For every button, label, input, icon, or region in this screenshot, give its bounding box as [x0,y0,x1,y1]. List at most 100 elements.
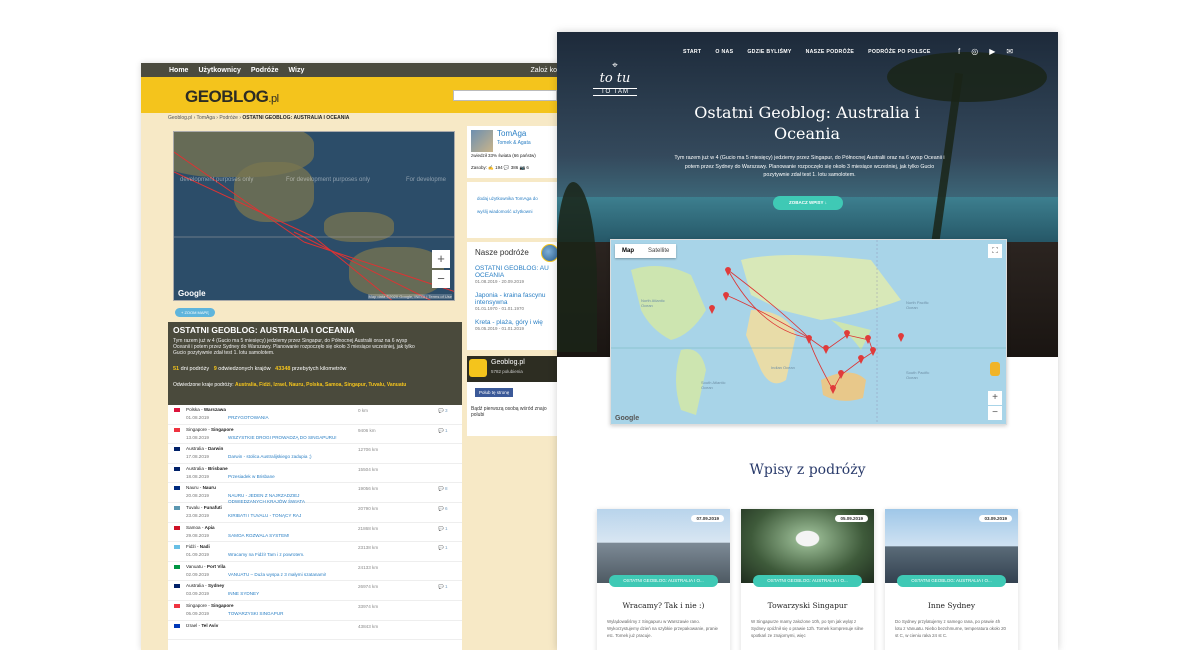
entry-title[interactable]: Towarzyski Singapur [741,601,874,610]
zoom-out-button[interactable]: − [988,406,1002,420]
zoom-in-button[interactable]: + [432,250,450,268]
entries-section-title: Wpisy z podróży [749,462,866,478]
our-trip-link[interactable]: Kreta - plaża, góry i wię [475,319,553,326]
login-link[interactable]: Zaloż ko [531,67,557,74]
row-entry-link[interactable]: Przesiadek w Brisbane [228,474,338,480]
row-distance: 15504 km [358,466,379,472]
row-entry-link[interactable]: PRZYGOTOWANIA [228,415,338,421]
nav-start[interactable]: START [683,49,701,55]
entries-cards: 07.09.2019 OSTATNI GEOBLOG: AUSTRALIA I O… [597,509,1018,650]
crumb-home[interactable]: Geoblog.pl [168,115,192,121]
comments-icon[interactable]: 💬 1 [438,428,448,434]
geoblog-logo[interactable]: GEOBLOG.pl [185,87,279,107]
nav-visas[interactable]: Wizy [288,67,304,74]
comments-icon[interactable]: 💬 3 [438,408,448,414]
satellite-tab[interactable]: Satellite [641,244,676,258]
table-row[interactable]: Australia - Darwin 17.08.2019 Darwin - sto… [168,444,462,464]
route-lines [174,151,454,300]
zoom-map-button[interactable]: + ZOOM MAPĘ [175,308,215,317]
zoom-out-button[interactable]: − [432,270,450,288]
row-entry-link[interactable]: Wracamy na Fidżi! Tam i z powrotem. [228,552,338,558]
nav-where[interactable]: GDZIE BYLIŚMY [747,49,791,55]
table-row[interactable]: Fidżi - Nadi 01.09.2019 Wracamy na Fidżi! … [168,542,462,562]
ocean-label: Indian Ocean [771,365,795,370]
our-trips-box: Nasze podróże OSTATNI GEOBLOG: AU OCEANI… [467,242,561,350]
row-place: Australia - Brisbane [186,465,228,471]
entry-card[interactable]: 07.09.2019 OSTATNI GEOBLOG: AUSTRALIA I O… [597,509,730,650]
table-row[interactable]: Polska - Warszawa 01.08.2019 PRZYGOTOWANIA… [168,405,462,425]
entry-title[interactable]: Inne Sydney [885,601,1018,610]
map-attribution[interactable]: Map data ©2020 Google, INEGI | Terms of … [368,294,452,299]
entry-image[interactable]: 07.09.2019 [597,509,730,583]
table-row[interactable]: Nauru - Nauru 20.08.2019 NAURU - JEDEN Z N… [168,483,462,504]
facebook-icon[interactable]: f [958,47,960,56]
entry-title[interactable]: Wracamy? Tak i nie :) [597,601,730,610]
our-trip-link[interactable]: Japonia - kraina fascynu intensywna [475,292,553,306]
comments-icon[interactable]: 💬 1 [438,584,448,590]
entry-image[interactable]: 03.09.2019 [885,509,1018,583]
instagram-icon[interactable]: ◎ [971,47,978,56]
row-entry-link[interactable]: VANUATU – Duża wyspa z 3 małymi szatanam… [228,572,338,578]
map-tab[interactable]: Map [615,244,641,258]
table-row[interactable]: Singapore - Singapore 13.08.2019 WSZYSTKIE… [168,425,462,445]
entry-card[interactable]: 03.09.2019 OSTATNI GEOBLOG: AUSTRALIA I O… [885,509,1018,650]
row-entry-link[interactable]: WSZYSTKIE DROGI PROWADZĄ DO SINGAPURU! [228,435,338,441]
crumb-user[interactable]: TomAga [197,115,215,121]
nav-poland[interactable]: PODRÓŻE PO POLSCE [868,49,930,55]
row-entry-link[interactable]: INNE SYDNEY [228,591,338,597]
world-map[interactable]: Map Satellite ⛶ + − Google North Atlanti… [610,239,1007,425]
row-place: Australia - Sydney [186,583,225,589]
entry-card[interactable]: 05.09.2019 OSTATNI GEOBLOG: AUSTRALIA I O… [741,509,874,650]
nav-trips[interactable]: Podróże [251,67,279,74]
geoblog-top-nav: Home Użytkownicy Podróże Wizy Zaloż ko [141,63,561,77]
comments-icon[interactable]: 💬 6 [438,506,448,512]
flag-icon [174,623,180,628]
pegman-icon[interactable] [990,362,1000,376]
send-message-link[interactable]: wyślij wiadomość użytkowni [477,205,551,218]
table-row[interactable]: Izrael - Tel Aviv 43843 km [168,621,462,641]
entry-excerpt: Wylądowaliśmy z Singapuru w Warszawie ra… [607,619,718,638]
entry-category[interactable]: OSTATNI GEOBLOG: AUSTRALIA I O... [897,575,1006,587]
nav-users[interactable]: Użytkownicy [198,67,240,74]
our-trip-link[interactable]: OSTATNI GEOBLOG: AU OCEANIA [475,265,553,279]
fb-like-button[interactable]: Polub tę stronę [475,388,514,397]
entry-category[interactable]: OSTATNI GEOBLOG: AUSTRALIA I O... [609,575,718,587]
entry-image[interactable]: 05.09.2019 [741,509,874,583]
add-friend-link[interactable]: dodaj użytkownika TomAga do [477,192,551,205]
see-entries-button[interactable]: ZOBACZ WPISY ↓ [773,196,843,210]
row-entry-link[interactable]: Darwin - stolica Australijskiego zadupia… [228,454,338,460]
social-links: f ◎ ▶ ✉ [958,47,1013,56]
table-row[interactable]: Vanuatu - Port Vila 02.09.2019 VANUATU – D… [168,562,462,582]
trip-map[interactable]: development purposes only For developmen… [173,131,455,301]
avatar[interactable] [471,130,493,152]
table-row[interactable]: Australia - Sydney 03.09.2019 INNE SYDNEY 2… [168,581,462,601]
nav-home[interactable]: Home [169,67,188,74]
nav-about[interactable]: O NAS [715,49,733,55]
row-distance: 12706 km [358,447,379,453]
row-entry-link[interactable]: SAMOA ROZWALA SYSTEM! [228,533,338,539]
profile-name[interactable]: TomAga [497,129,526,138]
fullscreen-icon[interactable]: ⛶ [988,244,1002,258]
row-entry-link[interactable]: KIRIBATI I TUVALU - TONĄCY RAJ [228,513,338,519]
table-row[interactable]: Singapore - Singapore 05.09.2019 TOWARZYSK… [168,601,462,621]
site-logo[interactable]: ⌖ to tu TO TAM [593,60,637,96]
table-row[interactable]: Samoa - Apia 29.08.2019 SAMOA ROZWALA SYST… [168,523,462,543]
table-row[interactable]: Australia - Brisbane 18.08.2019 Przesiadek… [168,464,462,484]
row-entry-link[interactable]: TOWARZYSKI SINGAPUR [228,611,338,617]
search-input[interactable] [453,90,557,101]
entry-category[interactable]: OSTATNI GEOBLOG: AUSTRALIA I O... [753,575,862,587]
table-row[interactable]: Tuvalu - Funafuti 23.08.2019 KIRIBATI I TU… [168,503,462,523]
row-place: Singapore - Singapore [186,602,234,608]
crumb-trips[interactable]: Podróże [219,115,238,121]
comments-icon[interactable]: 💬 1 [438,526,448,532]
comments-icon[interactable]: 💬 1 [438,545,448,551]
trip-entries-list: Polska - Warszawa 01.08.2019 PRZYGOTOWANIA… [168,405,462,650]
comments-icon[interactable]: 💬 8 [438,486,448,492]
profile-sub[interactable]: Tomek & Agata [497,140,531,146]
flag-icon [174,486,180,491]
zoom-in-button[interactable]: + [988,391,1002,405]
mail-icon[interactable]: ✉ [1006,47,1013,56]
nav-our-trips[interactable]: NASZE PODRÓŻE [806,49,855,55]
geoblog-icon [469,359,487,377]
youtube-icon[interactable]: ▶ [989,47,995,56]
